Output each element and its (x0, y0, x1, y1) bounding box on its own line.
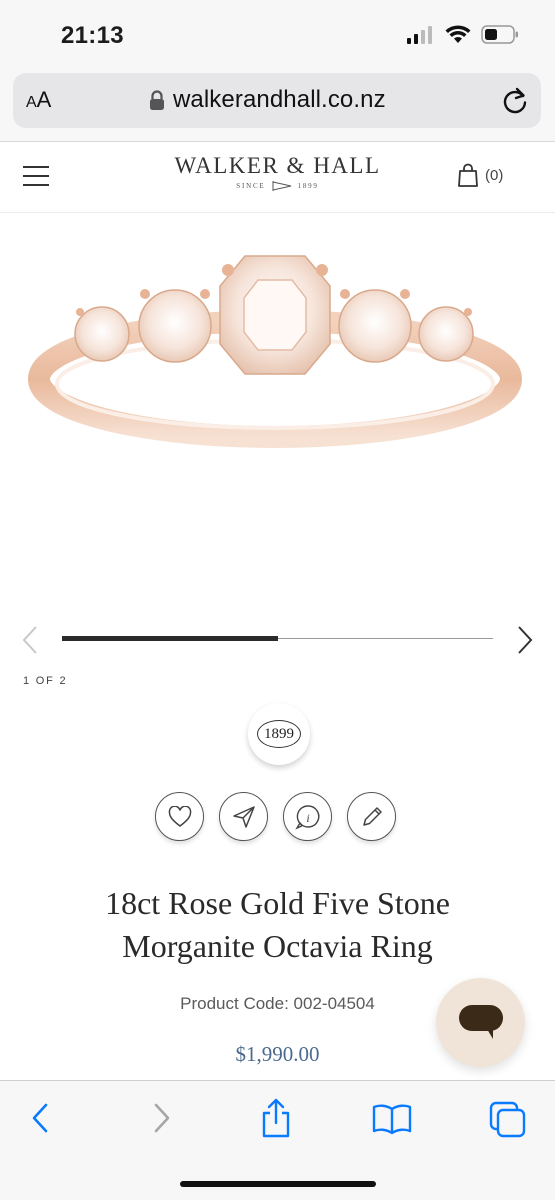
wishlist-button[interactable] (155, 792, 204, 841)
reload-icon (503, 87, 527, 114)
text-size-button[interactable]: AA (26, 87, 51, 113)
svg-text:i: i (306, 811, 309, 825)
back-icon (32, 1103, 48, 1133)
url-bar[interactable]: AA walkerandhall.co.nz (13, 73, 541, 128)
status-time: 21:13 (61, 22, 124, 49)
bookmarks-button[interactable] (372, 1103, 412, 1140)
chevron-right-icon (518, 626, 533, 654)
carousel-progress-fill (62, 636, 278, 641)
share-icon (262, 1098, 290, 1138)
chat-bubble-icon (458, 1004, 503, 1039)
status-icons (407, 25, 519, 44)
tabs-button[interactable] (489, 1101, 527, 1144)
forward-icon (154, 1103, 170, 1133)
status-bar: 21:13 (0, 0, 555, 70)
lock-icon (150, 89, 164, 110)
cart-button[interactable]: (0) (457, 163, 503, 187)
edit-button[interactable] (347, 792, 396, 841)
heart-icon (168, 805, 191, 827)
chevron-left-icon (22, 626, 37, 654)
info-icon: i (294, 804, 319, 830)
pencil-icon (362, 806, 382, 826)
cart-count: (0) (485, 166, 504, 184)
battery-icon (481, 25, 518, 44)
shopping-bag-icon (458, 163, 478, 187)
site-header: WALKER & HALL SINCE 1899 (0) (0, 143, 555, 213)
product-title: 18ct Rose Gold Five Stone Morganite Octa… (105, 885, 450, 964)
ring-image (28, 255, 522, 448)
share-page-button[interactable] (259, 1098, 293, 1143)
url-text: walkerandhall.co.nz (173, 86, 386, 113)
back-button[interactable] (28, 1101, 54, 1140)
cellular-signal-icon (407, 25, 432, 44)
carousel-next-button[interactable] (513, 625, 537, 660)
product-image[interactable] (0, 214, 555, 614)
badge-label: 1899 (257, 720, 301, 748)
flag-icon (272, 181, 291, 191)
info-button[interactable]: i (283, 792, 332, 841)
chat-button[interactable] (436, 978, 525, 1067)
carousel-page-indicator: 1 OF 2 (23, 675, 68, 687)
send-icon (232, 805, 255, 828)
tabs-icon (489, 1101, 526, 1138)
product-actions: i (155, 792, 396, 841)
carousel-prev-button[interactable] (18, 625, 42, 660)
book-icon (372, 1104, 412, 1135)
reload-button[interactable] (501, 85, 529, 120)
heritage-badge: 1899 (248, 703, 310, 765)
wifi-icon (445, 25, 471, 43)
url-display[interactable]: walkerandhall.co.nz (149, 86, 386, 114)
browser-top-bar: AA walkerandhall.co.nz (0, 70, 555, 142)
carousel-progress (62, 636, 493, 641)
home-indicator (180, 1181, 376, 1187)
share-button[interactable] (219, 792, 268, 841)
forward-button[interactable] (148, 1101, 174, 1140)
